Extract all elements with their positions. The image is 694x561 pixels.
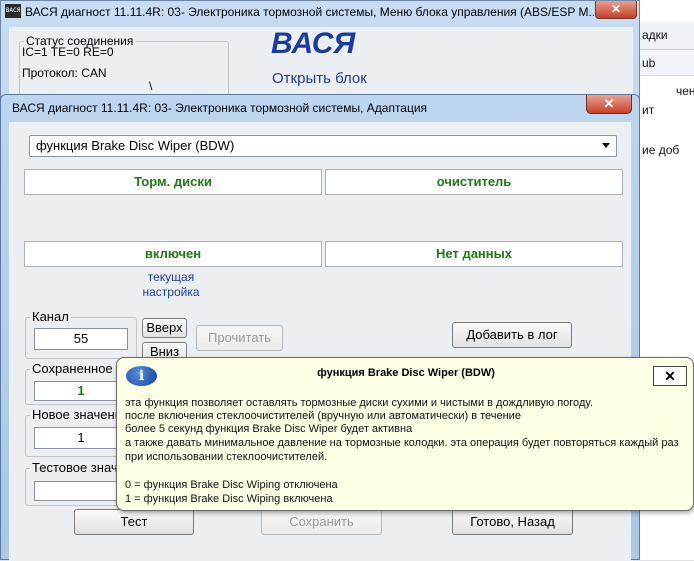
tooltip-line: а также давать минимальное давление на т… (125, 437, 679, 449)
connection-status-counters: IC=1 TE=0 RE=0 (22, 45, 114, 59)
background-text: чено (676, 84, 694, 98)
tooltip-line: эта функция позволяет оставлять тормозны… (125, 397, 593, 409)
adaptation-window-title: ВАСЯ диагност 11.11.4R: 03- Электроника … (12, 101, 428, 115)
current-setting-note-line: текущая (147, 270, 195, 284)
status-activity-indicator: \ (149, 79, 153, 93)
test-value-input[interactable] (34, 481, 128, 501)
test-value-legend: Тестовое знач (30, 460, 120, 475)
test-button[interactable]: Тест (74, 509, 194, 535)
value-box-bottom-right: Нет данных (325, 241, 623, 267)
up-button[interactable]: Вверх (142, 318, 187, 338)
function-select-value: функция Brake Disc Wiper (BDW) (36, 138, 235, 153)
tooltip-line: после включения стеклоочистителей (вручн… (125, 410, 521, 422)
value-box-bottom-left: включен (24, 241, 322, 267)
main-window-close-button[interactable]: ✕ (595, 1, 637, 19)
background-text: ие доб (642, 143, 680, 157)
tooltip-line: 0 = функция Brake Disc Wiping отключена (125, 479, 338, 491)
app-icon: ВАСЯ (5, 4, 21, 18)
add-to-log-button[interactable]: Добавить в лог (452, 322, 572, 348)
background-text: адки (642, 28, 668, 42)
tooltip-line: при использовании стеклоочистителей. (125, 451, 328, 463)
info-tooltip: i функция Brake Disc Wiper (BDW) ✕ эта ф… (116, 357, 694, 511)
current-setting-note: текущая настройка (135, 270, 207, 300)
channel-legend: Канал (30, 309, 71, 324)
channel-group: Канал 55 (25, 309, 137, 359)
saved-value-field: 1 (34, 381, 128, 401)
current-setting-note-line: настройка (142, 285, 200, 299)
save-button[interactable]: Сохранить (261, 509, 382, 535)
new-value-legend: Новое значени (30, 407, 124, 422)
main-window-titlebar[interactable]: ВАСЯ ВАСЯ диагност 11.11.4R: 03- Электро… (1, 1, 641, 23)
done-back-button[interactable]: Готово, Назад (452, 509, 573, 535)
main-window-title: ВАСЯ диагност 11.11.4R: 03- Электроника … (25, 5, 599, 19)
value-box-top-right: очиститель (325, 169, 623, 195)
new-value-input[interactable]: 1 (34, 427, 128, 449)
background-text: ит (642, 103, 655, 117)
channel-input[interactable]: 55 (34, 328, 128, 350)
background-text: ub (642, 56, 656, 70)
saved-value-legend: Сохраненное з (30, 361, 125, 376)
tooltip-close-button[interactable]: ✕ (653, 366, 687, 386)
function-select[interactable]: функция Brake Disc Wiper (BDW) (29, 135, 617, 157)
open-block-link[interactable]: Открыть блок (272, 70, 367, 87)
brand-logo: ВАСЯ (271, 27, 356, 60)
tooltip-line: 1 = функция Brake Disc Wiping включена (125, 493, 333, 505)
value-box-top-left: Торм. диски (24, 169, 322, 195)
connection-protocol: Протокол: CAN (22, 66, 107, 80)
chevron-down-icon[interactable] (602, 143, 610, 148)
adaptation-close-button[interactable]: ✕ (586, 95, 632, 114)
tooltip-line: более 5 секунд функция Brake Disc Wiper … (125, 423, 413, 435)
tooltip-title: функция Brake Disc Wiper (BDW) (317, 367, 495, 379)
read-button[interactable]: Прочитать (196, 325, 283, 351)
